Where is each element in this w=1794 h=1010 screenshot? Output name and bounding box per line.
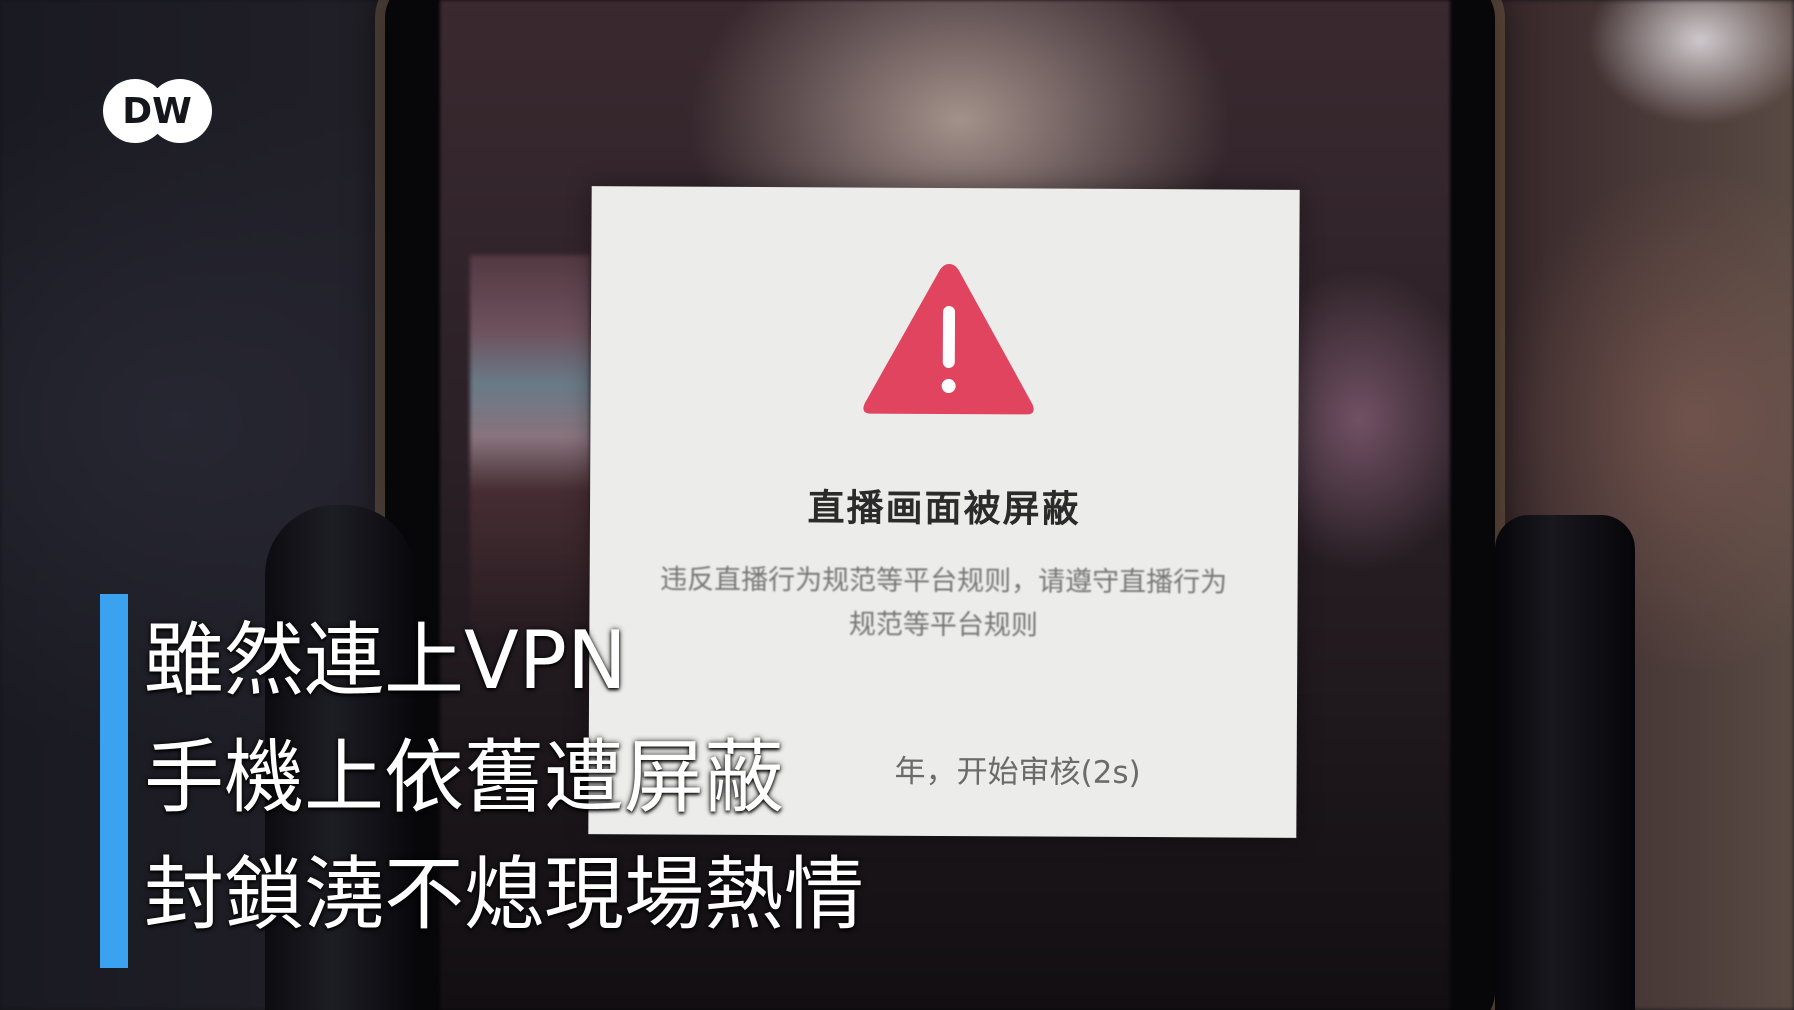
dw-logo-text: DW xyxy=(122,91,192,132)
subtitle-accent-bar xyxy=(100,594,128,968)
video-frame: 直播画面被屏蔽 违反直播行为规范等平台规则，请遵守直播行为规范等平台规则 年，开… xyxy=(0,0,1794,1010)
subtitle-line-1: 雖然連上VPN xyxy=(144,614,627,707)
subtitle: 雖然連上VPN 手機上依舊遭屏蔽 封鎖澆不熄現場熱情 xyxy=(144,602,864,953)
dialog-title: 直播画面被屏蔽 xyxy=(807,486,1081,531)
subtitle-line-2: 手機上依舊遭屏蔽 xyxy=(144,731,784,824)
subtitle-line-3: 封鎖澆不熄現場熱情 xyxy=(144,848,864,941)
screen-stream-content xyxy=(470,255,590,635)
dw-logo: DW xyxy=(103,79,212,143)
warning-triangle-icon xyxy=(863,264,1034,415)
phone-clamp-right xyxy=(1495,515,1635,1010)
